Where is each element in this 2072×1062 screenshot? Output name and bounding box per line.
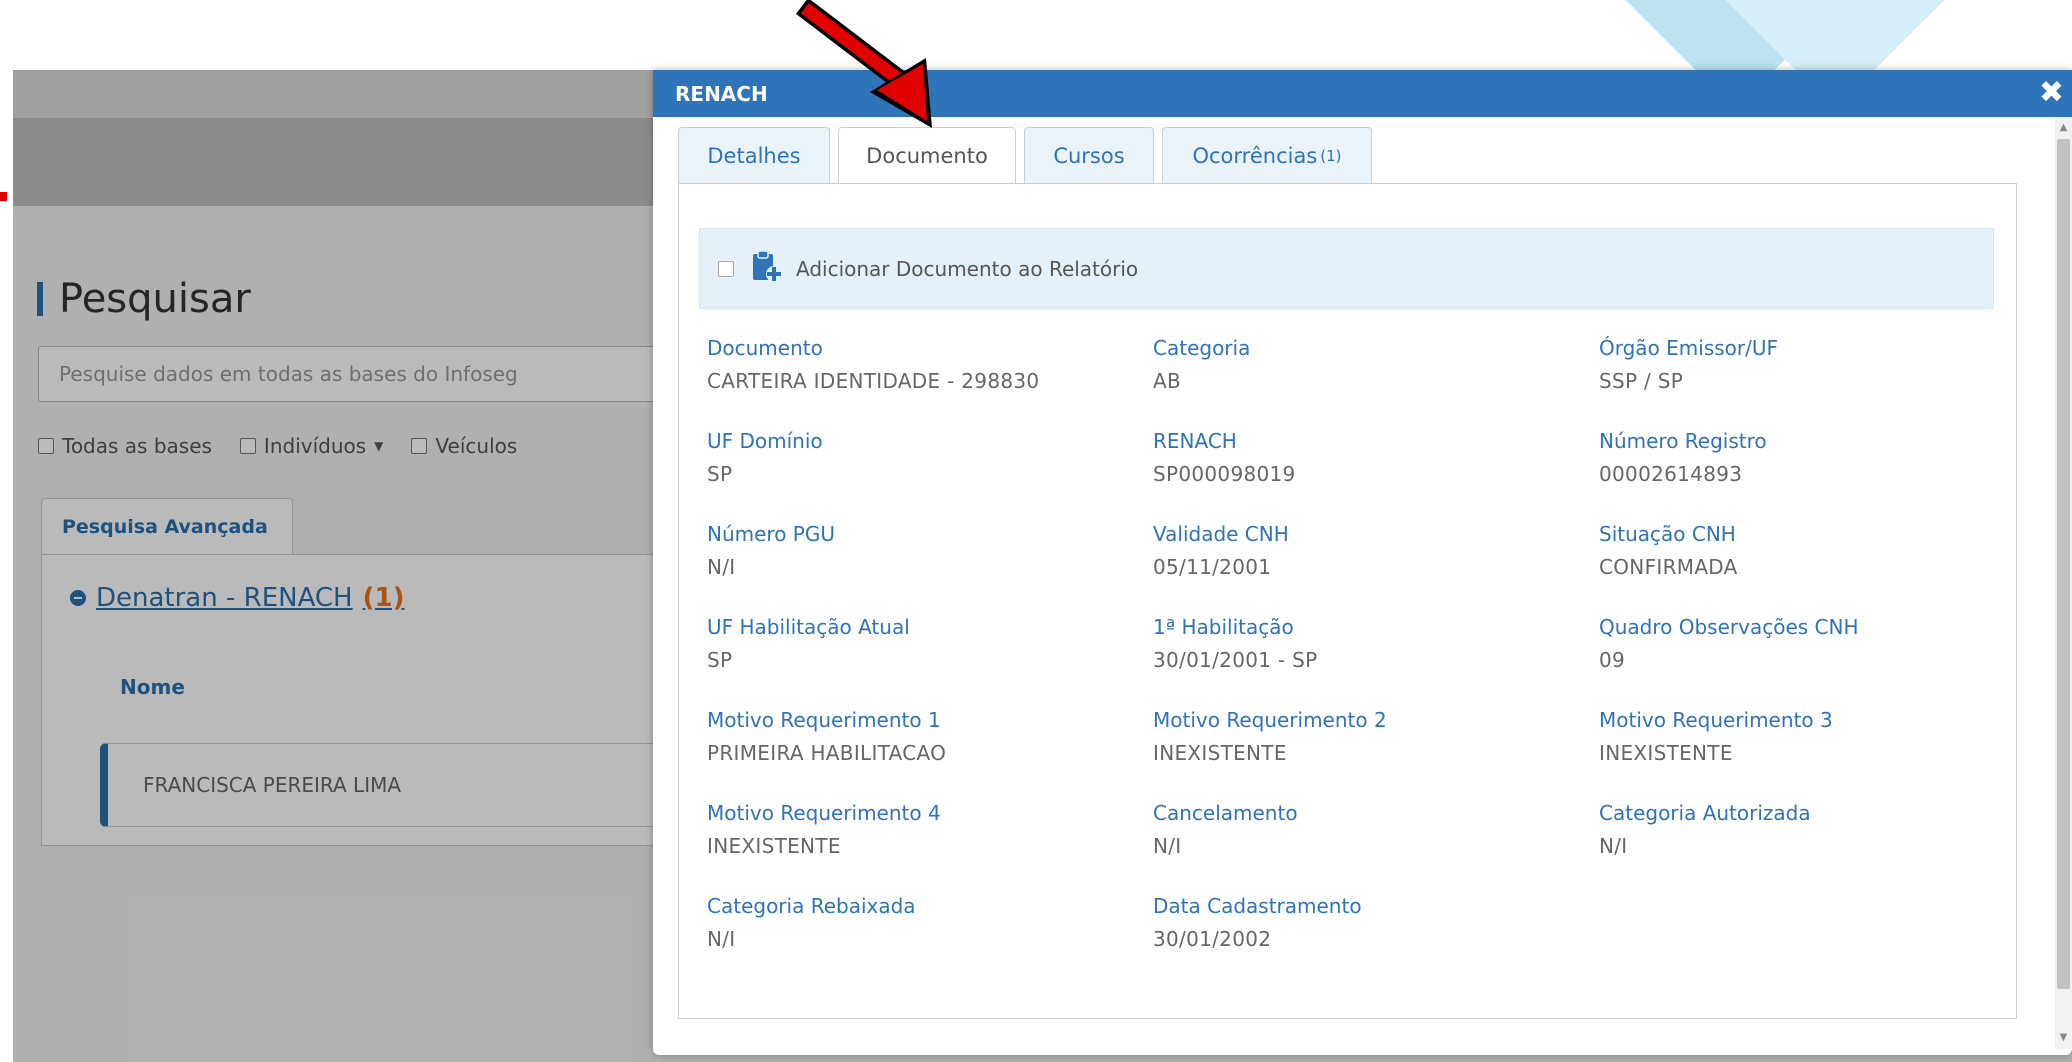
field-label: Órgão Emissor/UF [1599,336,1779,360]
field: 1ª Habilitação 30/01/2001 - SP [1153,615,1573,673]
tab-label: Cursos [1053,143,1125,168]
add-to-report-bar[interactable]: Adicionar Documento ao Relatório [699,228,1994,309]
field-value: N/I [1599,834,1628,858]
field-value: 05/11/2001 [1153,555,1272,579]
field-label: RENACH [1153,429,1237,453]
field: Documento CARTEIRA IDENTIDADE - 298830 [707,336,1127,394]
field-label: Situação CNH [1599,522,1736,546]
field: Número PGU N/I [707,522,1127,580]
field: Órgão Emissor/UF SSP / SP [1599,336,2019,394]
field-value: 09 [1599,648,1626,672]
field-value: N/I [707,927,736,951]
field: UF Domínio SP [707,429,1127,487]
field: RENACH SP000098019 [1153,429,1573,487]
modal-scrollbar[interactable]: ▲ ▼ [2055,117,2072,1049]
field: Motivo Requerimento 4 INEXISTENTE [707,801,1127,859]
field-value: INEXISTENTE [707,834,841,858]
documento-panel: Adicionar Documento ao Relatório Documen… [678,183,2017,1019]
scroll-down-icon[interactable]: ▼ [2055,1027,2072,1049]
field-value: CONFIRMADA [1599,555,1738,579]
modal-title: RENACH [675,81,768,106]
field: Categoria Rebaixada N/I [707,894,1127,952]
field: Número Registro 00002614893 [1599,429,2019,487]
field: Motivo Requerimento 3 INEXISTENTE [1599,708,2019,766]
add-to-report-checkbox[interactable] [718,260,734,277]
field: Quadro Observações CNH 09 [1599,615,2019,673]
field-value: AB [1153,369,1182,393]
field-label: Categoria Rebaixada [707,894,916,918]
field-label: Quadro Observações CNH [1599,615,1859,639]
field-label: Documento [707,336,823,360]
scroll-thumb[interactable] [2057,139,2070,989]
field-label: Categoria Autorizada [1599,801,1811,825]
field: Validade CNH 05/11/2001 [1153,522,1573,580]
field-label: Motivo Requerimento 2 [1153,708,1387,732]
field-label: Motivo Requerimento 4 [707,801,941,825]
field: Categoria AB [1153,336,1573,394]
field-value: INEXISTENTE [1599,741,1733,765]
field-value: PRIMEIRA HABILITACAO [707,741,947,765]
tab-ocorrencias[interactable]: Ocorrências (1) [1162,127,1372,183]
scroll-up-icon[interactable]: ▲ [2055,117,2072,139]
field-value: 00002614893 [1599,462,1743,486]
field-label: Número PGU [707,522,835,546]
renach-modal: RENACH ✖ ▲ ▼ Detalhes Documento Cursos O… [653,70,2072,1055]
field-value: N/I [707,555,736,579]
field-value: INEXISTENTE [1153,741,1287,765]
add-to-report-label: Adicionar Documento ao Relatório [796,256,1139,281]
field-label: Data Cadastramento [1153,894,1362,918]
tab-cursos[interactable]: Cursos [1024,127,1154,183]
field-label: 1ª Habilitação [1153,615,1294,639]
tab-label: Ocorrências [1192,143,1318,168]
field-value: SP [707,648,733,672]
field-value: SP [707,462,733,486]
field: Motivo Requerimento 2 INEXISTENTE [1153,708,1573,766]
field: Situação CNH CONFIRMADA [1599,522,2019,580]
field-value: N/I [1153,834,1182,858]
red-arrow-annotation [795,0,932,128]
field: UF Habilitação Atual SP [707,615,1127,673]
field-label: Cancelamento [1153,801,1298,825]
field-label: Número Registro [1599,429,1767,453]
field: Cancelamento N/I [1153,801,1573,859]
field-value: CARTEIRA IDENTIDADE - 298830 [707,369,1040,393]
field-label: UF Domínio [707,429,823,453]
tab-badge: (1) [1320,146,1342,165]
field-label: Validade CNH [1153,522,1289,546]
tab-label: Documento [866,144,988,168]
field-label: Motivo Requerimento 3 [1599,708,1833,732]
clipboard-add-icon [750,249,782,288]
field-label: Categoria [1153,336,1251,360]
field-value: SSP / SP [1599,369,1684,393]
tab-label: Detalhes [707,143,801,168]
field: Motivo Requerimento 1 PRIMEIRA HABILITACA… [707,708,1127,766]
red-mark [0,192,7,201]
field-value: 30/01/2002 [1153,927,1272,951]
field-value: SP000098019 [1153,462,1296,486]
field-value: 30/01/2001 - SP [1153,648,1318,672]
close-icon[interactable]: ✖ [2039,78,2064,108]
field: Categoria Autorizada N/I [1599,801,2019,859]
field-label: UF Habilitação Atual [707,615,910,639]
field: Data Cadastramento 30/01/2002 [1153,894,1573,952]
field-label: Motivo Requerimento 1 [707,708,941,732]
